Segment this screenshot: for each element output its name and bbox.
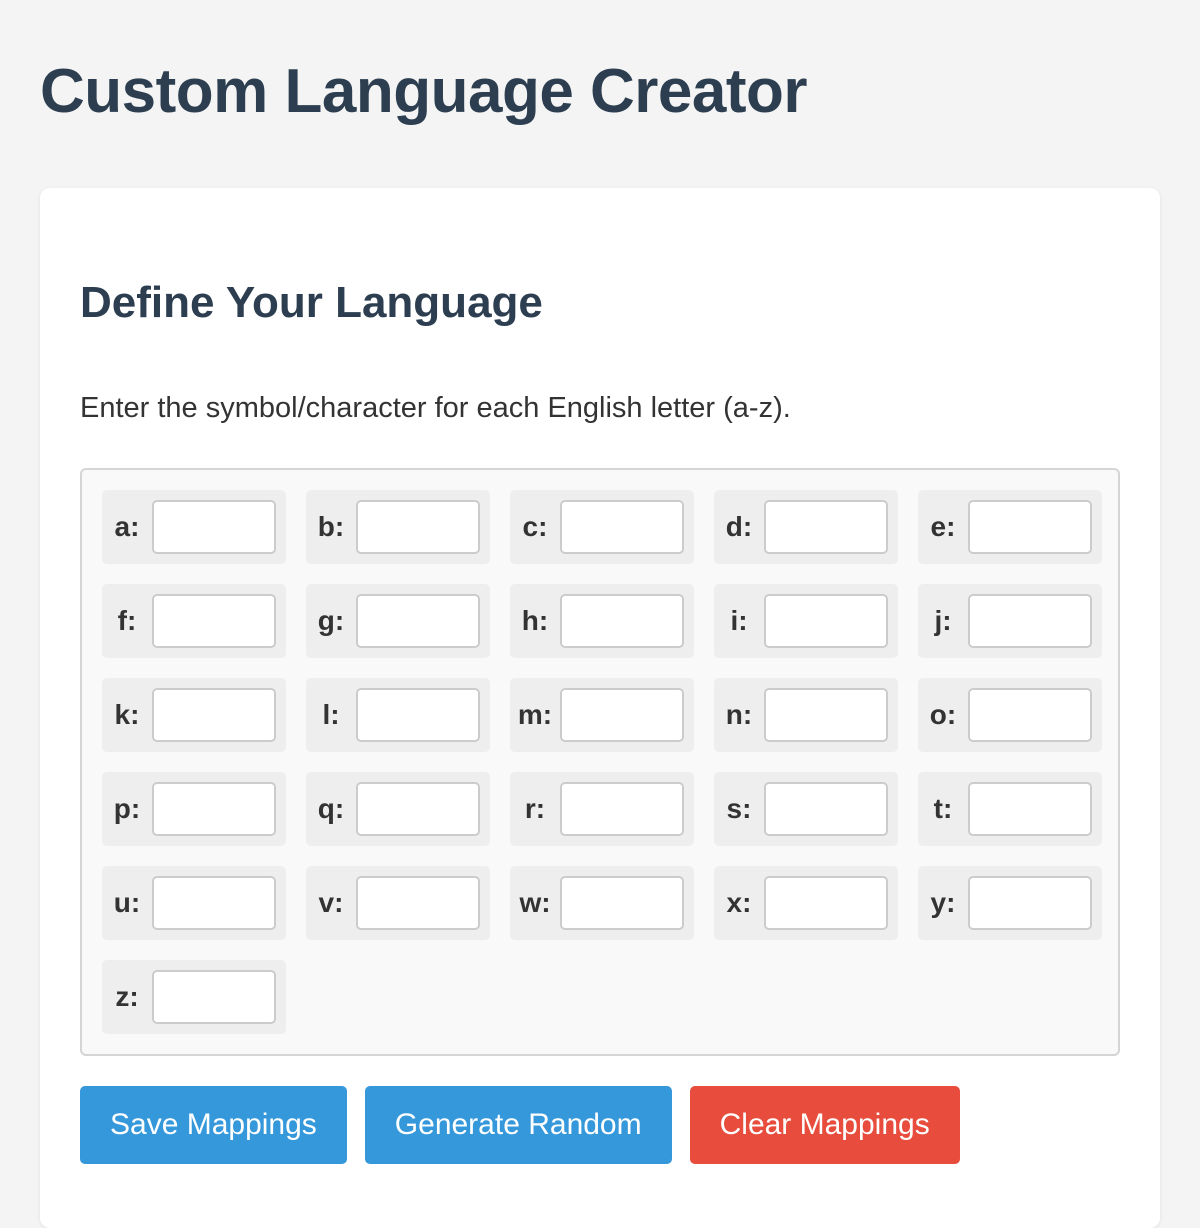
mapping-cell: x: bbox=[714, 866, 898, 940]
mapping-letter-label: a: bbox=[114, 511, 140, 542]
mapping-letter-label: m: bbox=[517, 699, 553, 730]
mapping-cell: n: bbox=[714, 678, 898, 752]
mapping-cell: d: bbox=[714, 490, 898, 564]
mapping-letter-label: x: bbox=[726, 887, 752, 918]
instructions-text: Enter the symbol/character for each Engl… bbox=[80, 392, 791, 424]
mapping-letter-label: k: bbox=[114, 699, 140, 730]
mapping-cell: s: bbox=[714, 772, 898, 846]
mapping-letter-label: u: bbox=[113, 887, 141, 918]
mapping-letter-label: g: bbox=[317, 605, 345, 636]
mapping-input[interactable] bbox=[764, 594, 888, 648]
generate-random-button[interactable]: Generate Random bbox=[364, 1086, 672, 1164]
mapping-cell: c: bbox=[510, 490, 694, 564]
mapping-letter-label: q: bbox=[317, 793, 345, 824]
mapping-input[interactable] bbox=[968, 594, 1092, 648]
mapping-cell: p: bbox=[102, 772, 286, 846]
mapping-input[interactable] bbox=[152, 876, 276, 930]
mapping-cell: j: bbox=[918, 584, 1102, 658]
mapping-letter-label: v: bbox=[318, 887, 344, 918]
mapping-letter-label: s: bbox=[726, 793, 752, 824]
mapping-letter-label: l: bbox=[322, 699, 340, 730]
action-buttons: Save Mappings Generate Random Clear Mapp… bbox=[80, 1086, 960, 1164]
mapping-cell: z: bbox=[102, 960, 286, 1034]
mapping-cell: i: bbox=[714, 584, 898, 658]
mapping-input[interactable] bbox=[764, 876, 888, 930]
mapping-input[interactable] bbox=[968, 876, 1092, 930]
mapping-input[interactable] bbox=[560, 500, 684, 554]
mapping-letter-label: w: bbox=[519, 887, 551, 918]
mapping-input[interactable] bbox=[968, 782, 1092, 836]
mapping-letter-label: r: bbox=[524, 793, 546, 824]
mapping-cell: u: bbox=[102, 866, 286, 940]
mapping-cell: a: bbox=[102, 490, 286, 564]
mapping-input[interactable] bbox=[560, 688, 684, 742]
mapping-input[interactable] bbox=[764, 688, 888, 742]
mapping-letter-label: o: bbox=[929, 699, 957, 730]
mapping-cell: w: bbox=[510, 866, 694, 940]
mapping-letter-label: i: bbox=[730, 605, 748, 636]
page-title: Custom Language Creator bbox=[40, 57, 808, 126]
mapping-input[interactable] bbox=[356, 594, 480, 648]
mapping-letter-label: b: bbox=[317, 511, 345, 542]
mapping-input[interactable] bbox=[560, 782, 684, 836]
mapping-cell: k: bbox=[102, 678, 286, 752]
mapping-letter-label: j: bbox=[934, 605, 952, 636]
section-title: Define Your Language bbox=[80, 278, 543, 327]
mapping-input[interactable] bbox=[764, 782, 888, 836]
mapping-cell: y: bbox=[918, 866, 1102, 940]
clear-mappings-button[interactable]: Clear Mappings bbox=[689, 1086, 960, 1164]
mapping-letter-label: f: bbox=[117, 605, 137, 636]
mapping-cell: f: bbox=[102, 584, 286, 658]
mapping-cell: l: bbox=[306, 678, 490, 752]
mapping-input[interactable] bbox=[152, 782, 276, 836]
mapping-cell: e: bbox=[918, 490, 1102, 564]
mapping-input[interactable] bbox=[968, 500, 1092, 554]
mapping-input[interactable] bbox=[356, 688, 480, 742]
mapping-cell: m: bbox=[510, 678, 694, 752]
mapping-letter-label: z: bbox=[115, 981, 139, 1012]
mapping-input[interactable] bbox=[152, 688, 276, 742]
mapping-input[interactable] bbox=[152, 970, 276, 1024]
mapping-letter-label: n: bbox=[725, 699, 753, 730]
mapping-letter-label: c: bbox=[522, 511, 548, 542]
mapping-letter-label: d: bbox=[725, 511, 753, 542]
mapping-cell: r: bbox=[510, 772, 694, 846]
mapping-input[interactable] bbox=[356, 782, 480, 836]
mapping-input[interactable] bbox=[152, 500, 276, 554]
mapping-cell: q: bbox=[306, 772, 490, 846]
save-mappings-button[interactable]: Save Mappings bbox=[80, 1086, 347, 1164]
mapping-input[interactable] bbox=[968, 688, 1092, 742]
mapping-cell: t: bbox=[918, 772, 1102, 846]
mapping-letter-label: p: bbox=[113, 793, 141, 824]
mapping-cell: h: bbox=[510, 584, 694, 658]
mapping-input[interactable] bbox=[764, 500, 888, 554]
define-language-card: Define Your Language Enter the symbol/ch… bbox=[40, 188, 1160, 1228]
mapping-letter-label: h: bbox=[521, 605, 549, 636]
mapping-input[interactable] bbox=[560, 876, 684, 930]
mapping-letter-label: e: bbox=[930, 511, 956, 542]
mapping-cell: b: bbox=[306, 490, 490, 564]
mapping-input[interactable] bbox=[152, 594, 276, 648]
mapping-cell: g: bbox=[306, 584, 490, 658]
mapping-cell: o: bbox=[918, 678, 1102, 752]
mapping-input[interactable] bbox=[356, 500, 480, 554]
mapping-letter-label: y: bbox=[930, 887, 956, 918]
mapping-grid: a: b: c: d: e: f: g: h: i: j: k: l: m: n: o: p: q: r: s: t:… bbox=[80, 468, 1120, 1056]
mapping-cell: v: bbox=[306, 866, 490, 940]
mapping-letter-label: t: bbox=[933, 793, 953, 824]
mapping-input[interactable] bbox=[560, 594, 684, 648]
mapping-input[interactable] bbox=[356, 876, 480, 930]
